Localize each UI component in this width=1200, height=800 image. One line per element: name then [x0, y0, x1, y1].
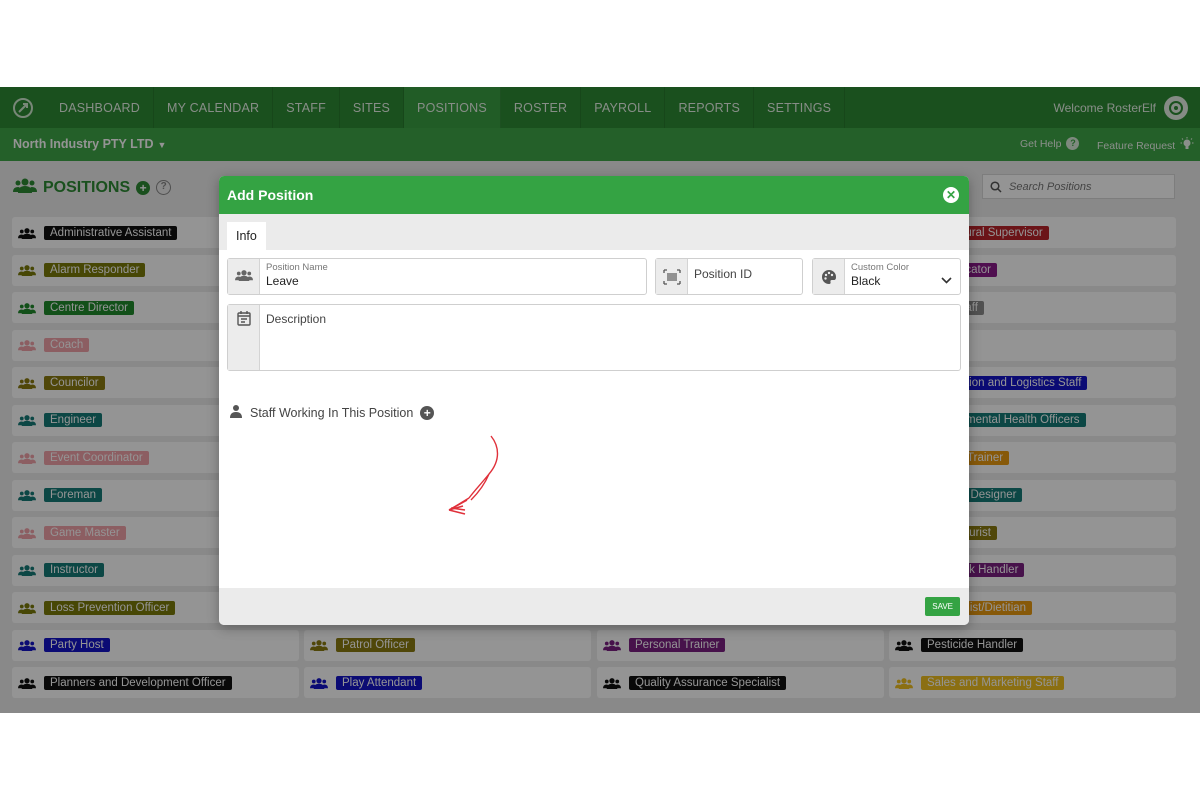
- annotation-arrow: [448, 435, 499, 515]
- dialog-header: Add Position ✕: [219, 176, 969, 214]
- custom-color-select[interactable]: Custom Color Black: [812, 258, 961, 295]
- person-icon: [229, 404, 243, 421]
- position-id-field[interactable]: Position ID: [655, 258, 803, 295]
- tab-bar: Info: [219, 214, 969, 250]
- description-input[interactable]: Description: [266, 312, 954, 326]
- position-id-input[interactable]: Position ID: [694, 267, 796, 281]
- calendar-note-icon: [228, 305, 260, 370]
- custom-color-label: Custom Color: [851, 262, 910, 273]
- position-name-field[interactable]: Position Name Leave: [227, 258, 647, 295]
- position-name-label: Position Name: [266, 262, 328, 273]
- app-window: DASHBOARD MY CALENDAR STAFF SITES POSITIONS R…: [0, 87, 1200, 713]
- staff-working-section: Staff Working In This Position +: [229, 404, 435, 421]
- add-position-dialog: Add Position ✕ Info Position Name Leave …: [219, 176, 969, 625]
- add-staff-button[interactable]: +: [420, 405, 435, 420]
- position-name-input[interactable]: Leave: [266, 274, 640, 288]
- tab-info[interactable]: Info: [227, 222, 266, 250]
- staff-working-label: Staff Working In This Position: [250, 405, 414, 420]
- save-button[interactable]: SAVE: [925, 597, 960, 616]
- dialog-title: Add Position: [227, 187, 314, 203]
- custom-color-value: Black: [851, 274, 881, 288]
- palette-icon: [813, 259, 845, 294]
- barcode-icon: [656, 259, 688, 294]
- close-icon[interactable]: ✕: [943, 187, 959, 203]
- dialog-footer: SAVE: [219, 588, 969, 625]
- chevron-down-icon: [941, 271, 952, 289]
- people-icon: [228, 259, 260, 294]
- description-field[interactable]: Description: [227, 304, 961, 371]
